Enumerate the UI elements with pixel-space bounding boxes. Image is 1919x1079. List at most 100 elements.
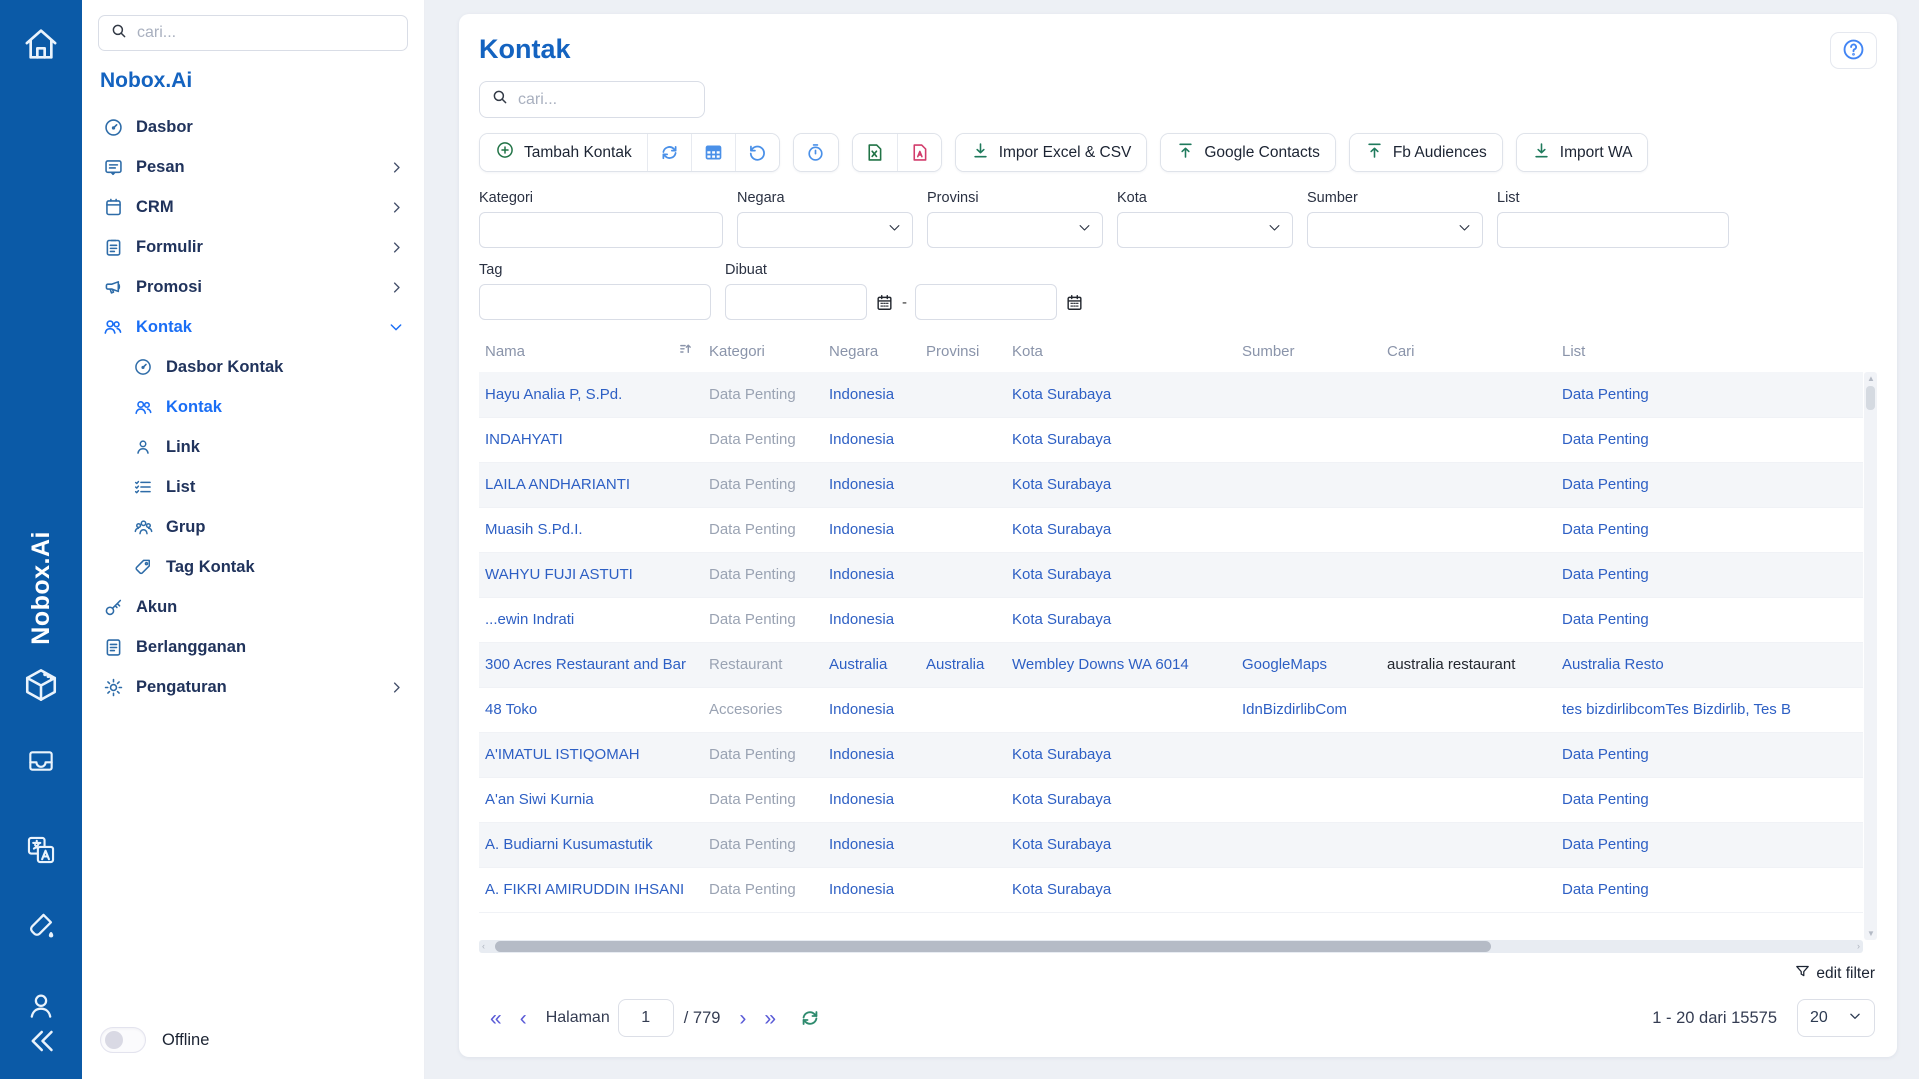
contact-provinsi-link[interactable] [920,507,1006,552]
help-button[interactable] [1830,32,1877,69]
fb-audiences-button[interactable]: Fb Audiences [1350,134,1502,171]
contact-provinsi-link[interactable] [920,417,1006,462]
sidebar-item-berlangganan[interactable]: Berlangganan [98,627,408,667]
pdf-file-icon[interactable] [897,134,941,171]
filter-provinsi-select[interactable] [927,212,1103,248]
contact-sumber-link[interactable] [1236,822,1381,867]
filter-dibuat-from-input[interactable] [725,284,867,320]
contact-negara-link[interactable]: Indonesia [823,462,920,507]
stopwatch-icon[interactable] [794,134,838,171]
filter-kota-select[interactable] [1117,212,1293,248]
contact-kota-link[interactable]: Kota Surabaya [1006,552,1236,597]
add-contact-button[interactable]: Tambah Kontak [480,134,647,171]
table-search-input[interactable] [518,91,693,109]
contact-negara-link[interactable]: Indonesia [823,417,920,462]
contact-kota-link[interactable]: Kota Surabaya [1006,597,1236,642]
contact-list-link[interactable]: Data Penting [1556,507,1863,552]
filter-tag-input[interactable] [479,284,711,320]
horizontal-scroll-thumb[interactable] [495,941,1491,952]
contact-list-link[interactable]: Australia Resto [1556,642,1863,687]
paint-icon[interactable] [24,909,58,943]
sidebar-search[interactable] [98,15,408,51]
table-row[interactable]: A'an Siwi Kurnia Data Penting Indonesia … [479,777,1863,822]
calendar-icon[interactable] [875,293,894,312]
contact-list-link[interactable]: Data Penting [1556,867,1863,912]
sidebar-item-akun[interactable]: Akun [98,587,408,627]
sidebar-item-pengaturan[interactable]: Pengaturan [98,667,408,707]
scroll-up-arrow[interactable]: ▲ [1867,374,1875,383]
sidebar-item-pesan[interactable]: Pesan [98,147,408,187]
contact-provinsi-link[interactable] [920,822,1006,867]
contact-sumber-link[interactable] [1236,417,1381,462]
edit-filter-button[interactable]: edit filter [1794,963,1875,985]
contact-sumber-link[interactable]: IdnBizdirlibCom [1236,687,1381,732]
sidebar-item-promosi[interactable]: Promosi [98,267,408,307]
contact-list-link[interactable]: Data Penting [1556,552,1863,597]
contact-provinsi-link[interactable] [920,552,1006,597]
contact-name-link[interactable]: Muasih S.Pd.I. [479,507,703,552]
sidebar-item-kontak-sub[interactable]: Kontak [98,387,408,427]
google-contacts-button[interactable]: Google Contacts [1161,134,1334,171]
table-row[interactable]: INDAHYATI Data Penting Indonesia Kota Su… [479,417,1863,462]
user-icon[interactable] [24,989,58,1023]
page-number-input[interactable] [618,999,674,1037]
contact-kota-link[interactable]: Wembley Downs WA 6014 [1006,642,1236,687]
contact-list-link[interactable]: tes bizdirlibcomTes Bizdirlib, Tes B [1556,687,1863,732]
contact-name-link[interactable]: A'IMATUL ISTIQOMAH [479,732,703,777]
contact-negara-link[interactable]: Indonesia [823,597,920,642]
collapse-sidebar-icon[interactable] [23,1023,59,1059]
offline-toggle[interactable] [100,1027,146,1053]
contact-name-link[interactable]: ...ewin Indrati [479,597,703,642]
contact-name-link[interactable]: A'an Siwi Kurnia [479,777,703,822]
contact-kota-link[interactable]: Kota Surabaya [1006,507,1236,552]
table-row[interactable]: Muasih S.Pd.I. Data Penting Indonesia Ko… [479,507,1863,552]
contact-sumber-link[interactable] [1236,372,1381,417]
contact-sumber-link[interactable] [1236,732,1381,777]
contact-list-link[interactable]: Data Penting [1556,822,1863,867]
contact-negara-link[interactable]: Indonesia [823,372,920,417]
contact-provinsi-link[interactable] [920,687,1006,732]
contact-negara-link[interactable]: Indonesia [823,507,920,552]
contact-kota-link[interactable]: Kota Surabaya [1006,462,1236,507]
contact-provinsi-link[interactable] [920,462,1006,507]
vertical-scrollbar[interactable]: ▲ ▼ [1864,372,1877,940]
contact-sumber-link[interactable]: GoogleMaps [1236,642,1381,687]
contact-negara-link[interactable]: Indonesia [823,822,920,867]
scroll-left-arrow[interactable]: ‹ [482,941,485,951]
contact-sumber-link[interactable] [1236,462,1381,507]
nobox-logo-icon[interactable] [19,663,63,707]
contact-provinsi-link[interactable] [920,867,1006,912]
table-row[interactable]: 48 Toko Accesories Indonesia IdnBizdirli… [479,687,1863,732]
scroll-down-arrow[interactable]: ▼ [1867,929,1875,938]
sidebar-item-tag-kontak[interactable]: Tag Kontak [98,547,408,587]
prev-page-button[interactable]: ‹ [511,1008,536,1029]
sort-icon[interactable] [678,341,695,362]
sidebar-item-kontak[interactable]: Kontak [98,307,408,347]
sidebar-search-input[interactable] [137,24,396,42]
sync-icon[interactable] [647,134,691,171]
contact-sumber-link[interactable] [1236,597,1381,642]
scroll-right-arrow[interactable]: › [1857,941,1860,951]
table-row[interactable]: Hayu Analia P, S.Pd. Data Penting Indone… [479,372,1863,417]
contact-name-link[interactable]: A. FIKRI AMIRUDDIN IHSANI [479,867,703,912]
contact-list-link[interactable]: Data Penting [1556,462,1863,507]
contact-negara-link[interactable]: Australia [823,642,920,687]
filter-negara-select[interactable] [737,212,913,248]
undo-icon[interactable] [735,134,779,171]
contact-list-link[interactable]: Data Penting [1556,372,1863,417]
table-row[interactable]: LAILA ANDHARIANTI Data Penting Indonesia… [479,462,1863,507]
filter-kategori-input[interactable] [479,212,723,248]
sidebar-item-crm[interactable]: CRM [98,187,408,227]
contact-name-link[interactable]: 300 Acres Restaurant and Bar [479,642,703,687]
table-row[interactable]: ...ewin Indrati Data Penting Indonesia K… [479,597,1863,642]
contact-kota-link[interactable]: Kota Surabaya [1006,822,1236,867]
home-icon[interactable] [21,24,61,64]
contact-sumber-link[interactable] [1236,507,1381,552]
contact-kota-link[interactable]: Kota Surabaya [1006,867,1236,912]
contact-negara-link[interactable]: Indonesia [823,732,920,777]
calendar-icon[interactable] [1065,293,1084,312]
page-size-select[interactable]: 20 [1797,999,1875,1037]
horizontal-scrollbar[interactable]: ‹ › [479,940,1863,953]
table-row[interactable]: WAHYU FUJI ASTUTI Data Penting Indonesia… [479,552,1863,597]
contact-list-link[interactable]: Data Penting [1556,417,1863,462]
